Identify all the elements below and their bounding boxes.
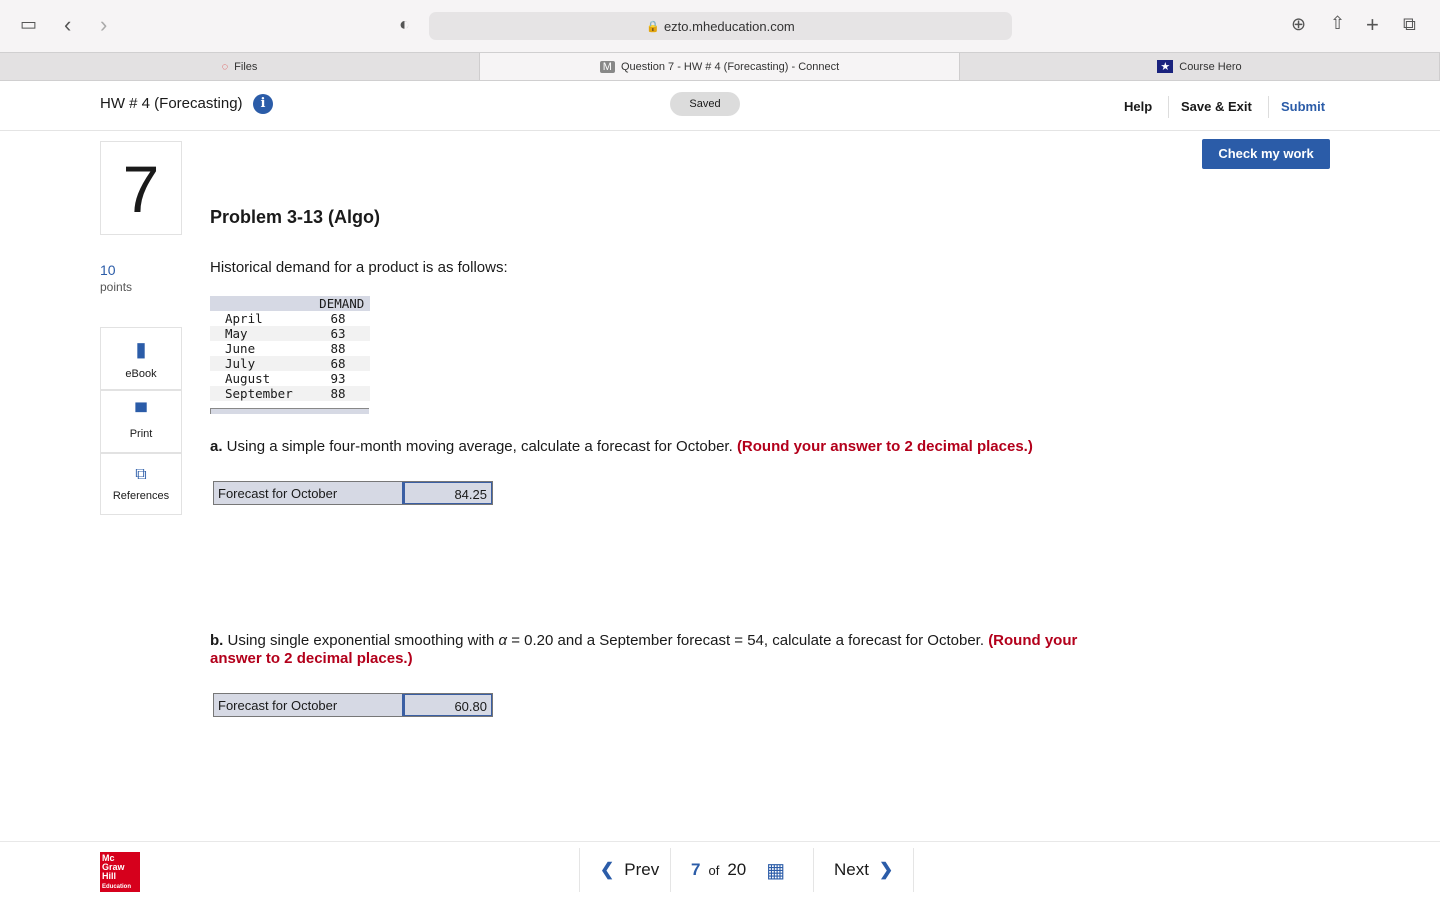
part-b-text: = 0.20 and a September forecast = 54, ca… [507, 632, 989, 649]
intro-text: Historical demand for a product is as fo… [210, 259, 508, 276]
part-a-prompt: a. Using a simple four-month moving aver… [210, 438, 1160, 455]
next-label: Next [834, 860, 869, 879]
assignment-title: HW # 4 (Forecasting) [100, 95, 243, 112]
problem-title: Problem 3-13 (Algo) [210, 207, 381, 227]
table-footer-bar [210, 408, 369, 414]
tab-bar: ◌ Files M Question 7 - HW # 4 (Forecasting… [0, 52, 1440, 81]
tab-label: Files [234, 60, 258, 73]
divider [1168, 96, 1169, 118]
printer-icon: ▀ [135, 403, 147, 421]
download-icon[interactable]: ⊕ [1291, 14, 1306, 35]
answer-label: Forecast for October [214, 482, 404, 504]
part-a-answer-row: Forecast for October 84.25 [213, 481, 493, 505]
sidebar-toggle-icon[interactable]: ▭ [20, 14, 37, 35]
coursehero-favicon-icon: ★ [1157, 60, 1174, 73]
save-exit-link[interactable]: Save & Exit [1181, 99, 1252, 114]
divider [1268, 96, 1269, 118]
browser-toolbar: ▭ ‹ › ◐ 🔒 ezto.mheducation.com ⊕ ⇧ + ⧉ [0, 0, 1440, 52]
prev-label: Prev [624, 860, 660, 879]
forward-icon[interactable]: › [100, 12, 107, 38]
tab-overview-icon[interactable]: ⧉ [1403, 14, 1416, 35]
mcgraw-favicon-icon: M [599, 60, 615, 73]
chevron-right-icon: ❯ [878, 860, 894, 879]
demand-cell: 88 [330, 341, 346, 356]
submit-link[interactable]: Submit [1281, 99, 1325, 114]
demand-table: DEMAND April 68 May 63 June 88 July 68 Augus… [210, 296, 370, 401]
of-label: of [708, 862, 720, 878]
references-icon: ⧉ [135, 466, 147, 483]
ebook-label: eBook [125, 368, 157, 380]
month-cell: July [225, 356, 256, 371]
chevron-left-icon: ❮ [600, 860, 615, 879]
shield-icon[interactable]: ◐ [399, 14, 410, 35]
ebook-button[interactable]: ▮ eBook [100, 327, 182, 390]
demand-cell: 68 [330, 311, 346, 326]
address-bar[interactable]: 🔒 ezto.mheducation.com [429, 12, 1012, 40]
demand-cell: 63 [330, 326, 346, 341]
part-b-letter: b. [210, 632, 224, 649]
grid-icon[interactable]: ▦ [766, 858, 785, 883]
part-a-letter: a. [210, 438, 223, 455]
answer-label: Forecast for October [214, 694, 404, 716]
tab-coursehero[interactable]: ★ Course Hero [960, 53, 1440, 80]
help-link[interactable]: Help [1124, 99, 1152, 114]
references-label: References [112, 490, 170, 502]
forecast-october-input-b[interactable]: 60.80 [404, 694, 492, 716]
demand-cell: 68 [330, 356, 346, 371]
lock-icon: 🔒 [646, 20, 660, 33]
next-button[interactable]: Next ❯ [813, 848, 915, 892]
total-questions: 20 [727, 860, 747, 879]
tab-label: Question 7 - HW # 4 (Forecasting) - Conn… [620, 60, 840, 73]
month-cell: August [225, 371, 271, 386]
part-b-answer-row: Forecast for October 60.80 [213, 693, 493, 717]
mcgraw-hill-logo: Mc Graw Hill Education [100, 852, 140, 892]
forecast-october-input-a[interactable]: 84.25 [404, 482, 492, 504]
share-icon[interactable]: ⇧ [1330, 13, 1345, 34]
check-my-work-button[interactable]: Check my work [1202, 139, 1330, 169]
back-icon[interactable]: ‹ [64, 12, 71, 38]
part-a-hint: (Round your answer to 2 decimal places.) [736, 438, 1033, 455]
tab-label: Course Hero [1179, 60, 1242, 73]
url-text: ezto.mheducation.com [663, 18, 795, 34]
part-a-text: Using a simple four-month moving average… [222, 438, 737, 455]
month-cell: May [225, 326, 248, 341]
points-label: points [100, 280, 133, 294]
demand-cell: 88 [330, 386, 346, 401]
points-value: 10 [100, 262, 116, 278]
demand-cell: 93 [330, 371, 346, 386]
month-cell: June [225, 341, 256, 356]
tab-files[interactable]: ◌ Files [0, 53, 480, 80]
files-icon: ◌ [221, 60, 229, 73]
tab-question[interactable]: M Question 7 - HW # 4 (Forecasting) - Con… [480, 53, 960, 80]
part-b-text: Using single exponential smoothing with [223, 632, 499, 649]
new-tab-icon[interactable]: + [1366, 12, 1379, 38]
month-cell: September [225, 386, 293, 401]
question-number: 7 [100, 141, 182, 235]
saved-status-badge: Saved [670, 92, 740, 116]
alpha-symbol: α [498, 632, 508, 649]
info-icon[interactable]: i [253, 94, 273, 114]
current-question: 7 [691, 860, 701, 879]
month-cell: April [225, 311, 263, 326]
question-progress[interactable]: 7 of 20 ▦ [670, 848, 805, 892]
demand-header: DEMAND [319, 296, 365, 311]
print-button[interactable]: ▀ Print [100, 390, 182, 453]
part-b-prompt: b. Using single exponential smoothing wi… [210, 632, 1130, 668]
book-icon: ▮ [135, 339, 147, 361]
prev-button[interactable]: ❮ Prev [579, 848, 679, 892]
references-button[interactable]: ⧉ References [100, 453, 182, 515]
print-label: Print [129, 427, 153, 440]
